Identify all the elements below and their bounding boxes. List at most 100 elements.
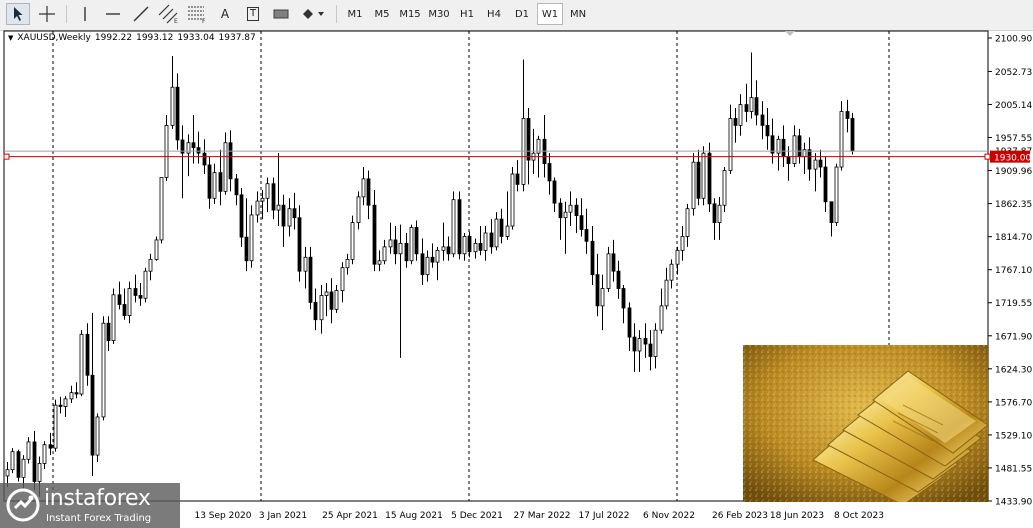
price-label: 1862.35 [995,200,1032,210]
bear-candle [138,295,143,299]
bull-candle [127,288,132,316]
timeframe-m1[interactable]: M1 [342,3,368,25]
bull-candle [388,239,393,248]
time-label: 3 Jan 2021 [259,511,307,521]
bull-candle [462,236,467,255]
trendline-icon[interactable] [128,3,154,25]
toolbar: E F A T M1 M5 M15 M30 H1 H4 D1 W1 MN [0,0,1033,31]
bull-candle [738,104,743,126]
time-label: 26 Feb 2023 [712,511,768,521]
price-label: 1529.10 [995,431,1032,441]
bear-candle [632,336,637,352]
bear-candle [552,180,557,204]
bear-candle [457,199,462,255]
vertical-line-icon[interactable] [72,3,98,25]
bull-candle [159,177,164,241]
bull-candle [356,196,361,223]
bull-candle [685,208,690,237]
timeframe-w1[interactable]: W1 [537,3,563,25]
time-label: 25 Apr 2021 [322,511,378,521]
timeframe-h1[interactable]: H1 [454,3,480,25]
timeframe-m30[interactable]: M30 [425,3,453,25]
bear-candle [467,236,472,253]
bull-candle [749,97,754,112]
equidistant-channel-icon[interactable]: E [156,3,182,25]
rectangle-icon[interactable] [268,3,294,25]
bear-candle [829,201,834,223]
gold-bars-photo [743,345,988,502]
price-label: 1624.30 [995,365,1032,375]
text-icon[interactable]: A [212,3,238,25]
bull-candle [340,267,345,292]
bull-candle [722,170,727,206]
bear-candle [786,156,791,164]
bull-candle [101,322,106,418]
bear-candle [515,173,520,185]
timeframe-m15[interactable]: M15 [396,3,424,25]
symbol-name: XAUUSD,Weekly [17,33,91,43]
crosshair-icon[interactable] [34,3,60,25]
timeframe-m5[interactable]: M5 [369,3,395,25]
bear-candle [196,147,201,154]
time-label: 15 Aug 2021 [385,511,443,521]
bear-candle [850,118,855,152]
timeframe-d1[interactable]: D1 [509,3,535,25]
toolbar-separator [66,5,67,23]
bull-candle [53,404,58,449]
bull-candle [398,242,403,255]
bear-candle [292,208,297,219]
timeframe-mn[interactable]: MN [565,3,591,25]
cursor-icon[interactable] [6,3,30,25]
bull-candle [10,451,15,471]
timeframe-h4[interactable]: H4 [481,3,507,25]
bull-candle [664,279,669,307]
bear-candle [106,322,111,341]
bull-candle [680,236,685,251]
ohlc-close: 1937.87 [218,33,256,43]
horizontal-line-icon[interactable] [100,3,126,25]
bull-candle [276,204,281,211]
bull-candle [813,159,818,170]
bull-candle [494,218,499,248]
bear-candle [308,256,313,303]
bear-candle [499,218,504,237]
bear-candle [744,104,749,112]
time-label: 18 Jun 2023 [770,511,824,521]
price-label: 2005.14 [995,101,1032,111]
chart-menu-triangle-icon[interactable]: ▼ [8,34,13,42]
bull-candle [691,161,696,210]
bear-candle [823,166,828,203]
text-label-icon[interactable]: T [240,3,266,25]
price-label: 1814.70 [995,233,1032,243]
bull-candle [95,416,100,456]
price-label: 1909.96 [995,167,1032,177]
shapes-dropdown-icon[interactable] [298,3,328,25]
bull-candle [170,86,175,126]
bull-candle [319,295,324,321]
bear-candle [32,441,37,482]
bear-candle [489,232,494,248]
ohlc-high: 1993.12 [136,33,174,43]
bear-candle [122,304,127,316]
time-axis: 13 Sep 2020 3 Jan 2021 25 Apr 2021 15 Aug 2… [194,511,883,521]
price-label: 1576.70 [995,398,1032,408]
bear-candle [218,172,223,192]
line-price-label: 1930.00 [994,154,1031,164]
bull-candle [345,258,350,269]
bear-candle [558,202,563,219]
time-label: 6 Nov 2022 [643,511,695,521]
bear-candle [712,203,717,223]
bear-candle [781,138,786,158]
bull-candle [653,329,658,357]
bear-candle [621,288,626,309]
bear-candle [366,178,371,206]
bull-candle [717,204,722,223]
bear-candle [733,118,738,126]
bear-candle [765,124,770,137]
bear-candle [478,242,483,251]
fibonacci-icon[interactable]: F [184,3,210,25]
bear-candle [202,152,207,166]
bull-candle [510,173,515,227]
bull-candle [63,398,68,407]
bull-candle [382,246,387,262]
